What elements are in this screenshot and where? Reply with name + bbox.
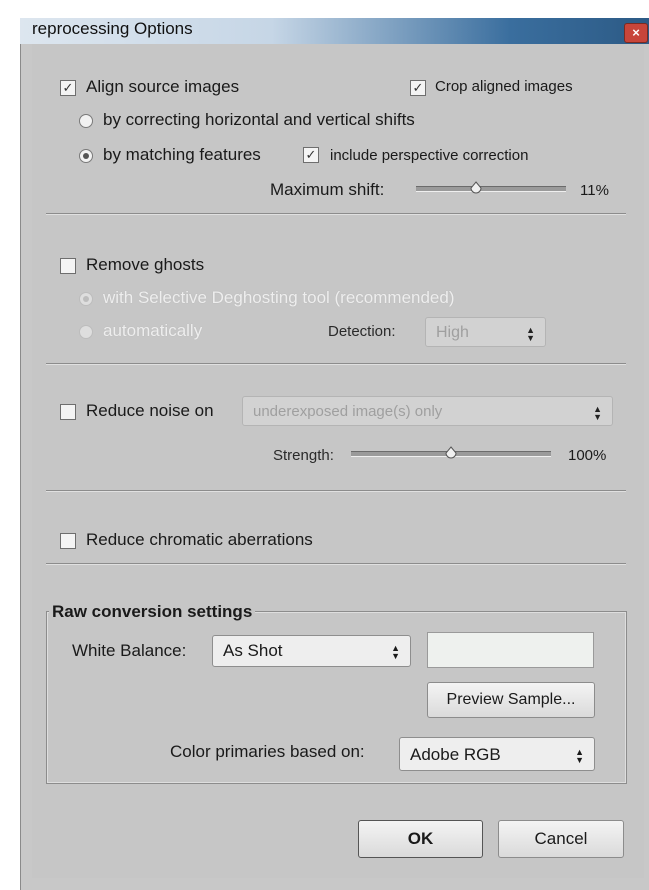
radio-selected-dot (83, 153, 89, 159)
separator-4 (46, 563, 626, 565)
remove-ghosts-checkbox[interactable] (60, 258, 76, 274)
radio-matching-features-label: by matching features (103, 145, 261, 164)
radio-matching-features[interactable] (79, 149, 93, 163)
max-shift-slider-track[interactable] (416, 186, 566, 192)
remove-ghosts-label: Remove ghosts (86, 255, 205, 274)
color-primaries-select[interactable]: Adobe RGB ▲ ▼ (399, 737, 595, 771)
cancel-button[interactable]: Cancel (498, 820, 624, 858)
detection-select-value: High (436, 324, 469, 341)
noise-target-select: underexposed image(s) only ▲ ▼ (242, 396, 613, 426)
white-balance-swatch (427, 632, 594, 668)
crop-aligned-checkbox[interactable]: ✓ (410, 80, 426, 96)
ok-button[interactable]: OK (358, 820, 483, 858)
perspective-correction-label: include perspective correction (330, 147, 529, 164)
preview-sample-button[interactable]: Preview Sample... (427, 682, 595, 718)
radio-automatically-label: automatically (103, 321, 203, 340)
white-balance-label: White Balance: (72, 641, 187, 660)
detection-label: Detection: (328, 323, 396, 340)
perspective-correction-checkbox[interactable]: ✓ (303, 147, 319, 163)
radio-correcting-shifts-label: by correcting horizontal and vertical sh… (103, 110, 415, 129)
raw-conversion-title: Raw conversion settings (49, 602, 256, 622)
radio-automatically (79, 325, 93, 339)
updown-arrows-icon: ▲ ▼ (593, 403, 602, 422)
reduce-noise-label: Reduce noise on (86, 401, 214, 420)
radio-correcting-shifts[interactable] (79, 114, 93, 128)
reduce-chromatic-checkbox[interactable] (60, 533, 76, 549)
separator-3 (46, 490, 626, 492)
separator-1 (46, 213, 626, 215)
color-primaries-label: Color primaries based on: (170, 742, 365, 761)
radio-selective-deghosting (79, 292, 93, 306)
strength-label: Strength: (273, 447, 334, 464)
white-balance-select[interactable]: As Shot ▲ ▼ (212, 635, 411, 667)
reduce-chromatic-label: Reduce chromatic aberrations (86, 530, 313, 549)
max-shift-label: Maximum shift: (270, 180, 385, 199)
separator-2 (46, 363, 626, 365)
noise-target-value: underexposed image(s) only (253, 403, 443, 420)
close-button[interactable]: × (624, 23, 648, 43)
updown-arrows-icon: ▲ ▼ (526, 324, 535, 343)
white-balance-value: As Shot (223, 641, 283, 660)
align-source-label: Align source images (86, 77, 240, 96)
detection-select: High ▲ ▼ (425, 317, 546, 347)
max-shift-slider-thumb[interactable] (469, 181, 483, 195)
align-source-checkbox[interactable]: ✓ (60, 80, 76, 96)
color-primaries-value: Adobe RGB (410, 745, 501, 764)
radio-selective-deghosting-label: with Selective Deghosting tool (recommen… (103, 288, 455, 307)
updown-arrows-icon: ▲ ▼ (575, 746, 584, 765)
radio-selected-dot (83, 296, 89, 302)
reduce-noise-checkbox[interactable] (60, 404, 76, 420)
updown-arrows-icon: ▲ ▼ (391, 642, 400, 661)
strength-value: 100% (568, 447, 607, 464)
strength-slider-thumb[interactable] (444, 446, 458, 460)
dialog-title: reprocessing Options (32, 19, 193, 38)
crop-aligned-label: Crop aligned images (435, 78, 573, 95)
max-shift-value: 11% (580, 182, 609, 199)
